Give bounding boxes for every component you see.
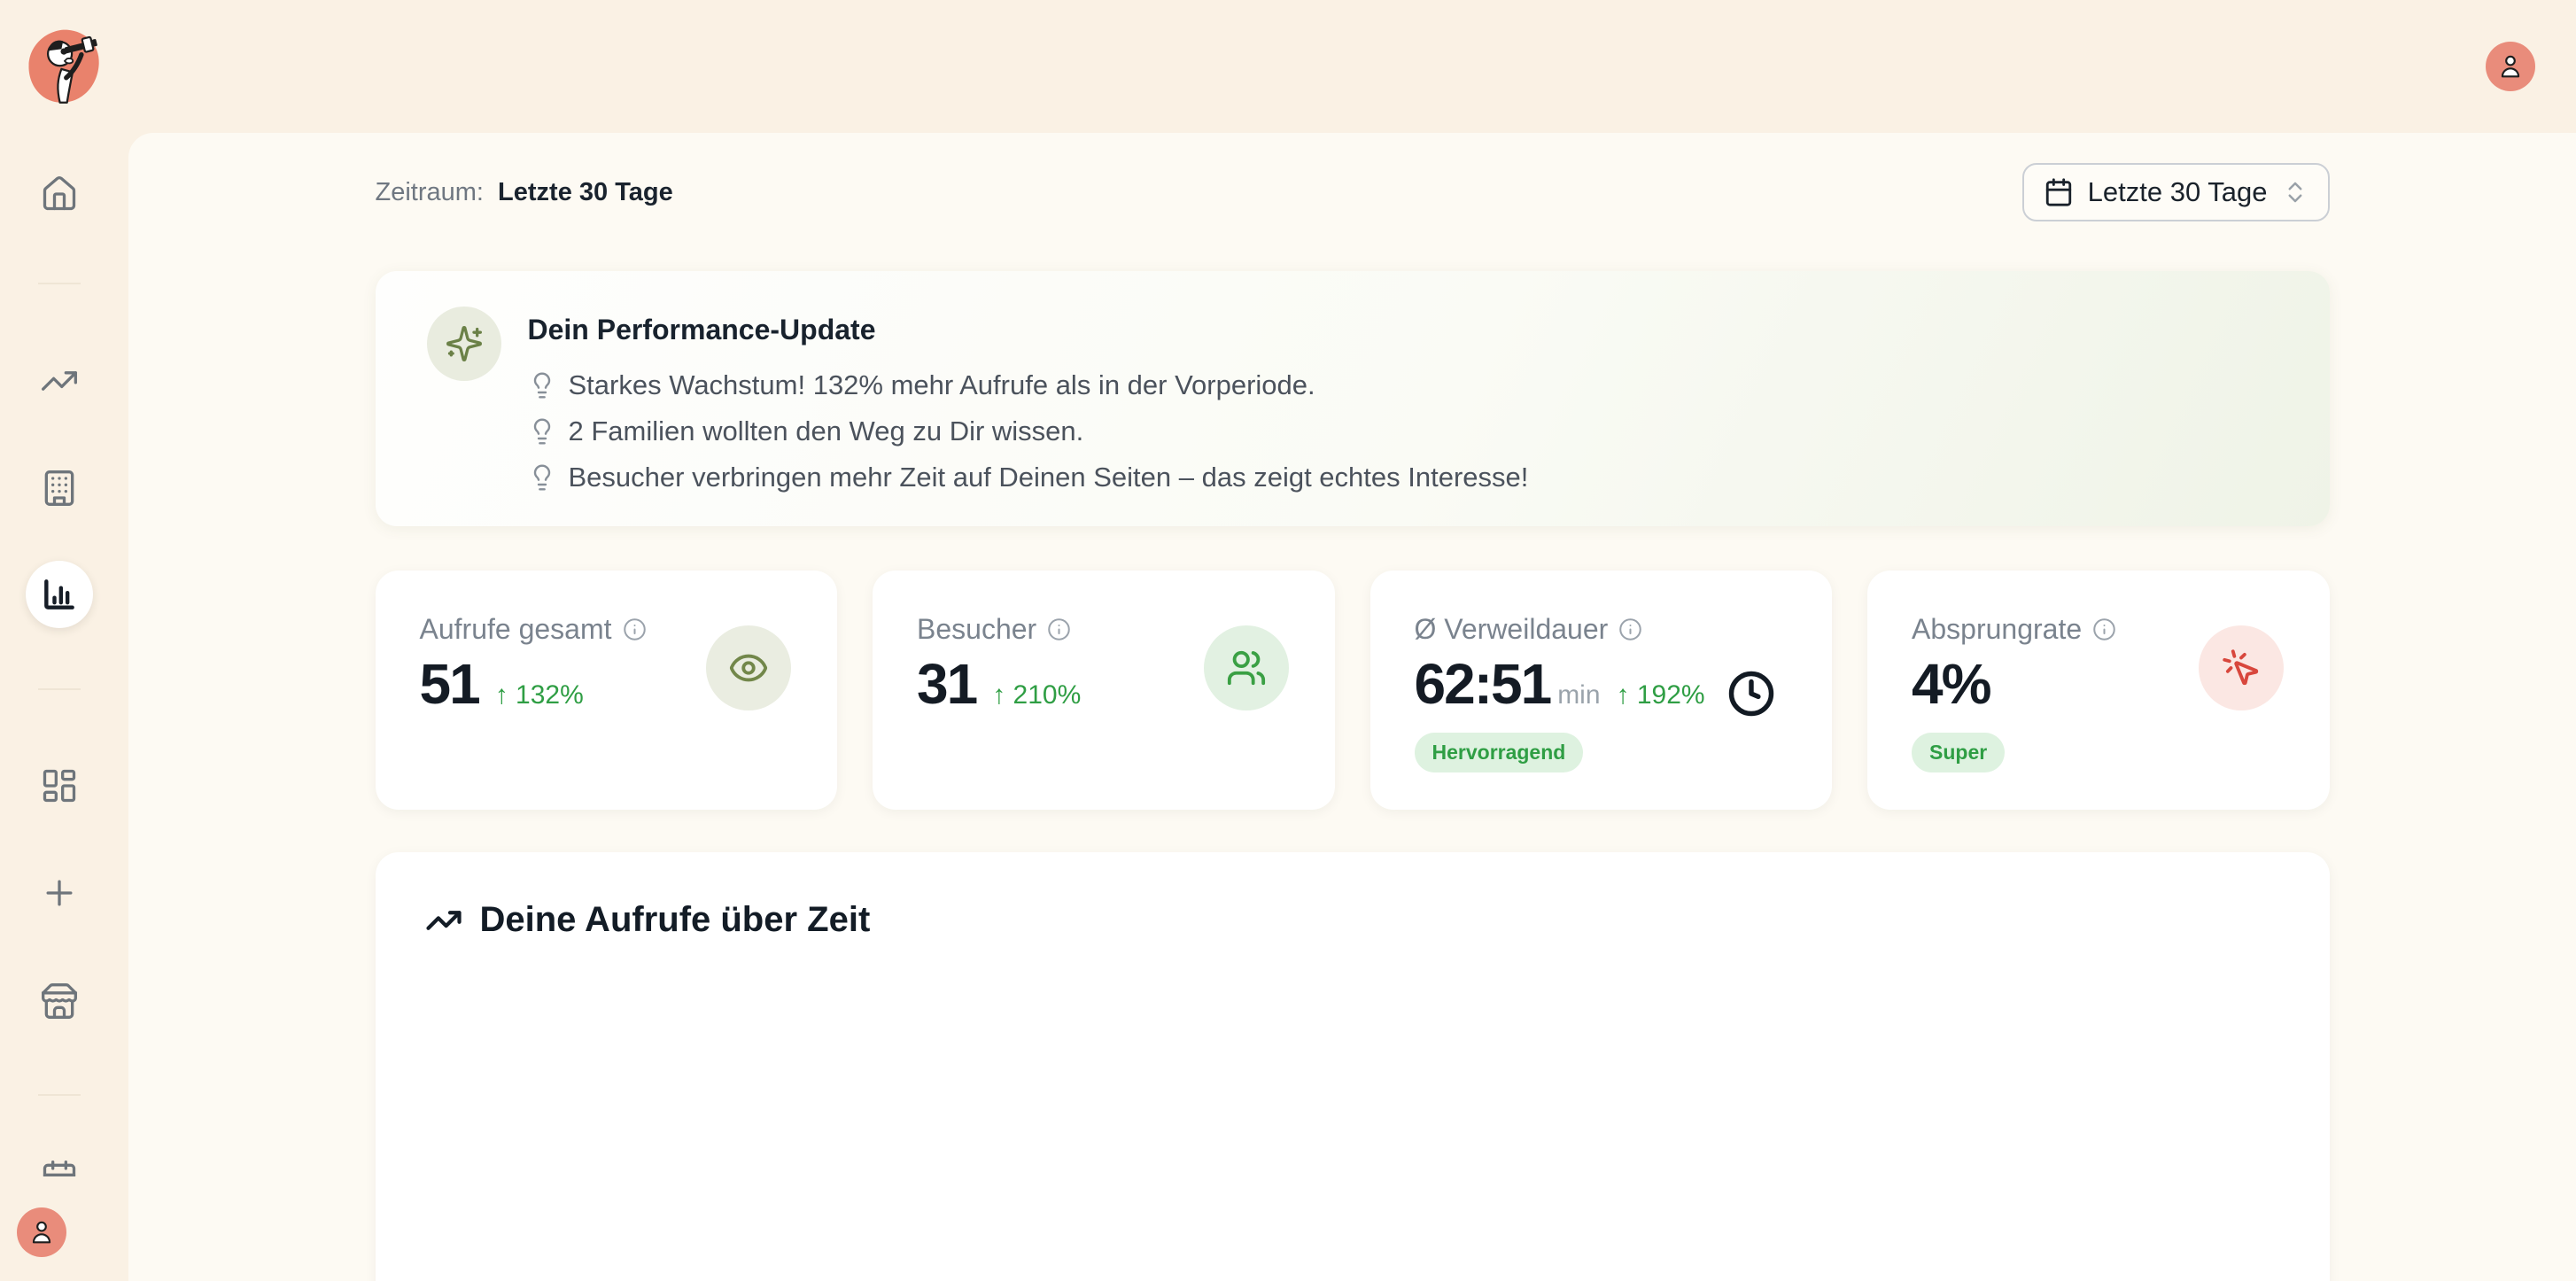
building-icon [40,469,79,508]
insight-tip: Starkes Wachstum! 132% mehr Aufrufe als … [528,369,1529,401]
chart-title: Deine Aufrufe über Zeit [480,900,871,940]
topbar [0,0,2576,133]
user-icon [27,1218,56,1246]
sparkles-bubble [427,307,501,381]
info-icon[interactable] [623,617,647,641]
views-over-time-card: Deine Aufrufe über Zeit [376,852,2330,1281]
chevrons-up-down-icon [2282,179,2308,206]
sidebar-item-shop[interactable] [40,982,79,1021]
lightbulb-icon [528,371,556,400]
chart-title-row: Deine Aufrufe über Zeit [425,900,2280,940]
sidebar-item-home[interactable] [40,175,79,214]
meerkat-binoculars-logo[interactable] [25,28,105,105]
stat-card-aufrufe: Aufrufe gesamt 51 ↑ 132% [376,571,838,810]
info-icon[interactable] [1047,617,1071,641]
trending-up-icon [40,361,79,400]
sidebar-divider [38,1094,81,1096]
insight-tip: 2 Familien wollten den Weg zu Dir wissen… [528,415,1529,447]
sidebar-divider [38,688,81,690]
stat-card-absprungrate: Absprungrate 4% Super [1867,571,2330,810]
stats-row: Aufrufe gesamt 51 ↑ 132% [376,571,2330,810]
insight-tip-text: 2 Familien wollten den Weg zu Dir wissen… [569,415,1084,447]
cursor-click-bubble [2199,625,2284,710]
performance-update-title: Dein Performance-Update [528,314,1529,346]
period-row: Zeitraum: Letzte 30 Tage Letzte 30 Tage [376,163,2330,221]
info-icon[interactable] [2092,617,2116,641]
sidebar-item-statistics-active[interactable] [26,561,93,628]
sidebar-item-company[interactable] [40,469,79,508]
calendar-icon [40,1159,79,1176]
dashboard-grid-icon [40,766,79,805]
clock-icon [1727,670,1775,718]
lightbulb-icon [528,417,556,446]
sidebar-divider [38,283,81,284]
stat-label: Ø Verweildauer [1415,613,1609,646]
performance-update-body: Dein Performance-Update Starkes Wachstum… [528,307,1529,526]
insight-tip-text: Starkes Wachstum! 132% mehr Aufrufe als … [569,369,1315,401]
period-value: Letzte 30 Tage [498,178,673,206]
content-panel: Zeitraum: Letzte 30 Tage Letzte 30 Tage [128,133,2576,1281]
stat-label: Absprungrate [1912,613,2082,646]
plus-icon [40,873,79,912]
meerkat-logo-icon [25,28,105,105]
bar-chart-icon [40,575,79,614]
stat-value: 4% [1912,653,1990,715]
stat-value: 31 [917,653,976,715]
sidebar-item-calendar-partial[interactable] [40,1159,79,1176]
insight-tip: Besucher verbringen mehr Zeit auf Deinen… [528,462,1529,493]
period-select-dropdown[interactable]: Letzte 30 Tage [2022,163,2330,221]
sidebar-item-add[interactable] [40,873,79,912]
sparkles-icon [445,324,484,363]
cursor-click-icon [2221,648,2262,688]
sidebar [0,133,128,1281]
stat-label: Besucher [917,613,1036,646]
stat-card-verweildauer: Ø Verweildauer 62:51 min ↑ 192% Hervorra… [1370,571,1833,810]
status-badge: Super [1912,733,2005,772]
insight-tip-text: Besucher verbringen mehr Zeit auf Deinen… [569,462,1529,493]
sidebar-item-analytics[interactable] [40,361,79,400]
trending-up-icon [425,902,462,939]
sidebar-item-dashboard[interactable] [40,766,79,805]
stat-unit: min [1557,680,1600,710]
eye-bubble [706,625,791,710]
info-icon[interactable] [1618,617,1642,641]
stat-label: Aufrufe gesamt [420,613,612,646]
sidebar-avatar-button[interactable] [17,1207,66,1257]
store-icon [40,982,79,1021]
content-inner: Zeitraum: Letzte 30 Tage Letzte 30 Tage [376,163,2330,1281]
calendar-icon [2044,177,2074,207]
stat-card-besucher: Besucher 31 ↑ 210% [873,571,1335,810]
status-badge: Hervorragend [1415,733,1584,772]
stat-value: 51 [420,653,479,715]
eye-icon [728,648,769,688]
users-bubble [1204,625,1289,710]
stat-delta: ↑ 132% [495,680,584,710]
period-select-value: Letzte 30 Tage [2088,176,2268,208]
stat-label-row: Ø Verweildauer [1415,613,1794,646]
lightbulb-icon [528,463,556,492]
user-icon [2496,52,2525,81]
period-label-group: Zeitraum: Letzte 30 Tage [376,178,673,207]
app-root: Zeitraum: Letzte 30 Tage Letzte 30 Tage [0,0,2576,1281]
users-icon [1226,648,1267,688]
performance-update-card: Dein Performance-Update Starkes Wachstum… [376,271,2330,526]
stat-value: 62:51 [1415,653,1551,715]
stat-delta: ↑ 192% [1617,680,1705,710]
home-icon [40,175,79,214]
period-label: Zeitraum: [376,178,484,206]
stat-delta: ↑ 210% [992,680,1081,710]
profile-avatar-button[interactable] [2486,42,2535,91]
